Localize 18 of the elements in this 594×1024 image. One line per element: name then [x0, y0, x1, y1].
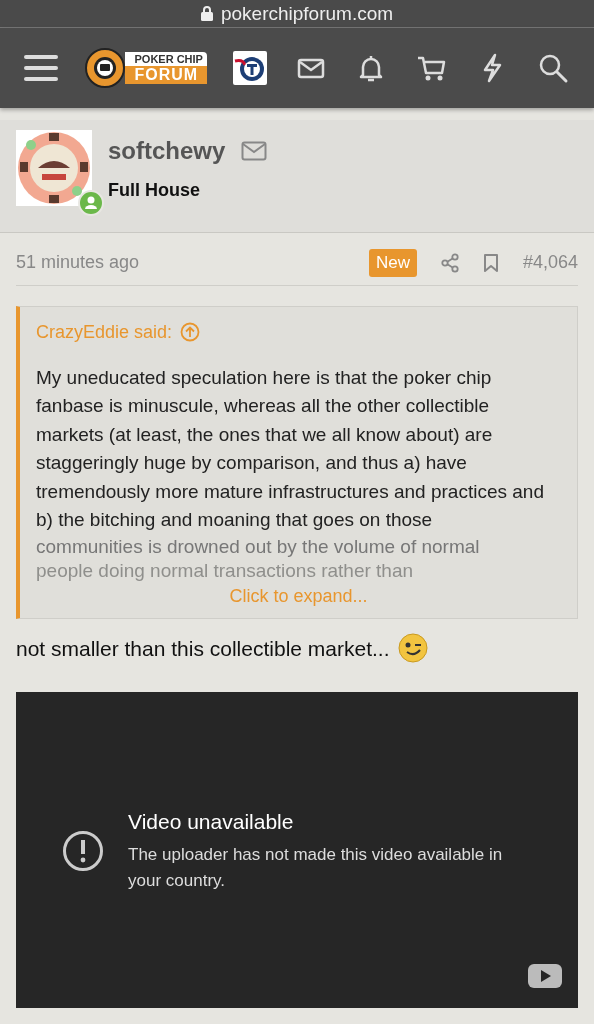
faded-quote-line: people doing normal transactions rather than	[35, 558, 415, 583]
alert-icon	[62, 830, 104, 873]
video-message: The uploader has not made this video available in your country.	[128, 843, 504, 892]
post-time[interactable]: 51 minutes ago	[16, 249, 140, 277]
quote-text: My uneducated speculation here is that the poker chip fanbase is minuscule, whereas all the other collectible markets (at least, the ones that we all know about) are staggeringly huge by comparison, and thus a) have tremendously more mature infrastructures and practices and b) the bitching and moaning that goes on those	[35, 365, 545, 532]
lock-icon	[200, 6, 213, 21]
bookmark-icon[interactable]	[482, 252, 499, 273]
post-number-link[interactable]: #4,064	[522, 249, 578, 277]
video-player[interactable]: Video unavailable The uploader has not made this video available in your country.	[16, 692, 578, 1008]
message-text: not smaller than this collectible market...	[16, 635, 390, 662]
video-logo-icon[interactable]	[528, 964, 562, 988]
username-link[interactable]: softchewy	[108, 133, 226, 169]
faded-quote-line: communities is drowned out by the volume of normal	[35, 534, 481, 559]
share-icon[interactable]	[440, 252, 459, 273]
video-title: Video unavailable	[128, 809, 295, 836]
wink-emoji-icon	[397, 633, 428, 664]
new-badge: New	[368, 249, 417, 277]
user-title: Full House	[108, 179, 201, 202]
